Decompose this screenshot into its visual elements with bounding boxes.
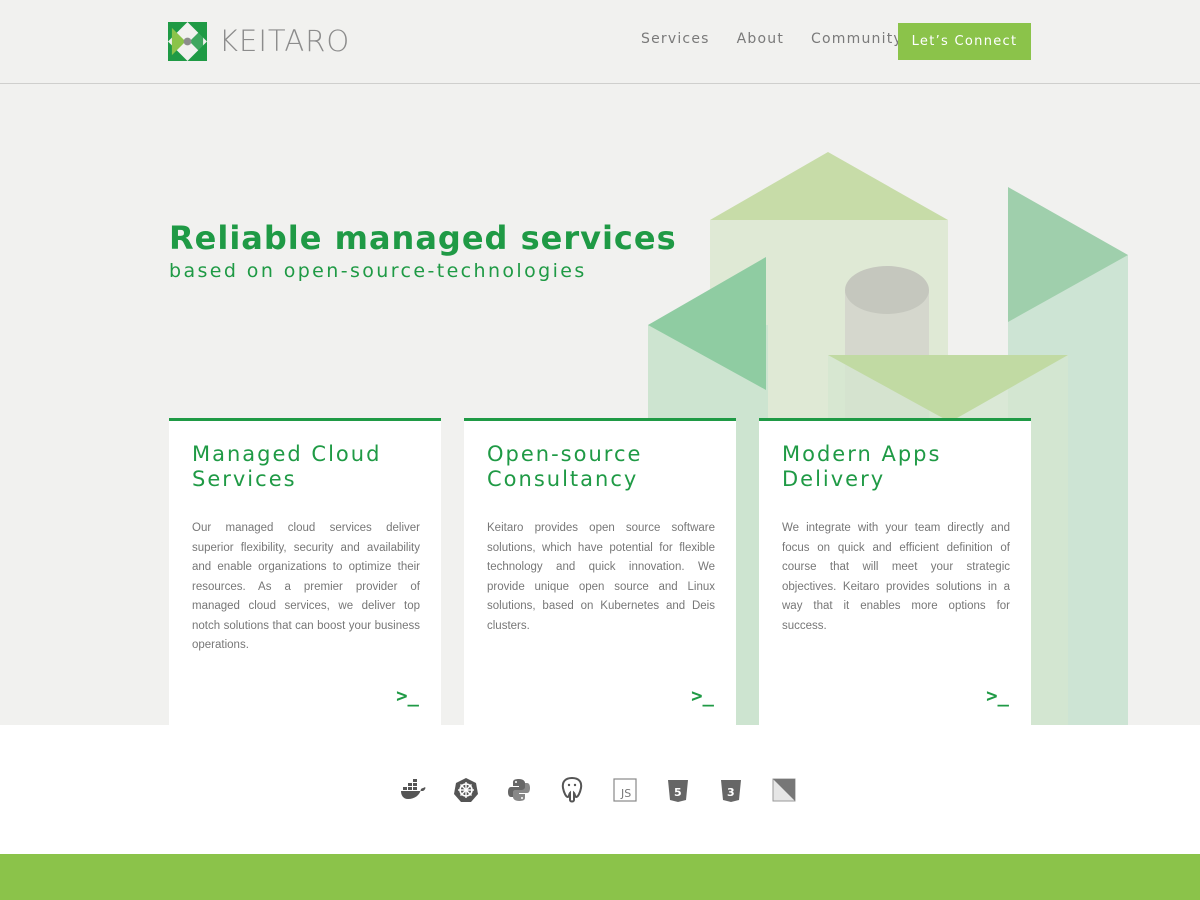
footer-band [0, 854, 1200, 900]
nav-about[interactable]: About [737, 31, 784, 47]
hero-title: Reliable managed services [169, 219, 677, 257]
card-body: We integrate with your team directly and… [782, 522, 1010, 632]
svg-text:JS: JS [620, 787, 631, 800]
keitaro-logo-icon [168, 21, 207, 61]
card-more-link[interactable]: >_ [691, 685, 714, 707]
card-title: Modern Apps Delivery [782, 442, 942, 491]
javascript-icon: JS [610, 775, 640, 805]
logo-link[interactable]: KEITARO [168, 21, 350, 61]
card-modern-apps: Modern Apps Delivery We integrate with y… [759, 418, 1031, 725]
card-more-link[interactable]: >_ [396, 685, 419, 707]
html5-icon: 5 [663, 775, 693, 805]
card-body: Keitaro provides open source software so… [487, 522, 715, 632]
card-open-source-consultancy: Open-source Consultancy Keitaro provides… [464, 418, 736, 725]
kubernetes-icon [451, 775, 481, 805]
nav-services[interactable]: Services [641, 31, 710, 47]
card-body: Our managed cloud services deliver super… [192, 522, 420, 651]
docker-icon [398, 775, 428, 805]
card-managed-cloud: Managed Cloud Services Our managed cloud… [169, 418, 441, 725]
svg-text:5: 5 [674, 786, 682, 799]
lets-connect-button[interactable]: Let’s Connect [898, 23, 1031, 60]
nav-community[interactable]: Community [811, 31, 903, 47]
main-nav: Services About Community [641, 31, 930, 47]
card-more-link[interactable]: >_ [986, 685, 1009, 707]
css3-icon: 3 [716, 775, 746, 805]
tech-icon-row: JS 5 3 [398, 775, 822, 805]
technology-strip: JS 5 3 [0, 725, 1200, 854]
brand-name: KEITARO [219, 24, 351, 58]
card-title: Open-source Consultancy [487, 442, 643, 491]
hero-subtitle: based on open-source-technologies [169, 260, 587, 282]
postgresql-icon [557, 775, 587, 805]
extjs-icon [769, 775, 799, 805]
card-title: Managed Cloud Services [192, 442, 382, 491]
python-icon [504, 775, 534, 805]
svg-text:3: 3 [727, 786, 735, 799]
site-header: KEITARO Services About Community Let’s C… [0, 0, 1200, 84]
